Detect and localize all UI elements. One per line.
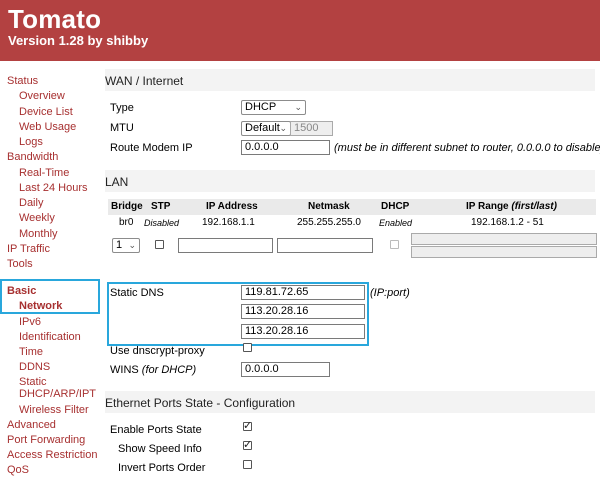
- wins-label: WINS (for DHCP): [110, 364, 197, 376]
- sidebar-item-network[interactable]: Network: [19, 300, 62, 313]
- sidebar-item-logs[interactable]: Logs: [19, 136, 43, 149]
- new-bridge-value: 1: [116, 239, 123, 251]
- enable-ports-checkbox[interactable]: [243, 419, 252, 432]
- col-dhcp: DHCP: [381, 201, 410, 212]
- ports-section-title: Ethernet Ports State - Configuration: [105, 396, 296, 410]
- new-range-first-input[interactable]: [411, 233, 597, 245]
- col-netmask: Netmask: [308, 201, 350, 212]
- lan-section-title: LAN: [105, 175, 129, 189]
- chevron-down-icon: ⌄: [294, 102, 302, 112]
- sidebar-item-real-time[interactable]: Real-Time: [19, 167, 69, 180]
- app-version: Version 1.28 by shibby: [8, 33, 149, 48]
- lan-section-header: LAN: [105, 170, 595, 192]
- main-content: WAN / Internet Type DHCP ⌄ MTU Default ⌄…: [100, 61, 600, 475]
- row-ip: 192.168.1.1: [202, 217, 255, 228]
- mtu-select-value: Default: [245, 122, 280, 134]
- row-ip-range: 192.168.1.2 - 51: [471, 217, 544, 228]
- dnscrypt-checkbox[interactable]: [243, 343, 252, 352]
- row-stp: Disabled: [144, 218, 180, 228]
- sidebar-item-time[interactable]: Time: [19, 346, 43, 359]
- new-range-last-input[interactable]: [411, 246, 597, 258]
- route-modem-ip-label: Route Modem IP: [110, 142, 193, 154]
- sidebar-item-ipv6[interactable]: IPv6: [19, 316, 41, 329]
- app-title: Tomato: [8, 4, 102, 34]
- type-select[interactable]: DHCP ⌄: [241, 100, 306, 115]
- show-speed-label: Show Speed Info: [118, 443, 202, 455]
- sidebar-item-last-24-hours[interactable]: Last 24 Hours: [19, 182, 87, 195]
- chevron-down-icon: ⌄: [128, 240, 136, 250]
- sidebar-item-weekly[interactable]: Weekly: [19, 212, 55, 225]
- sidebar-item-ip-traffic[interactable]: IP Traffic: [7, 243, 50, 256]
- sidebar-item-access-restriction[interactable]: Access Restriction: [7, 449, 97, 462]
- sidebar-item-dhcp-arp-ipt[interactable]: DHCP/ARP/IPT: [19, 388, 96, 401]
- static-dns-label: Static DNS: [110, 287, 164, 299]
- lan-table-header: Bridge STP IP Address Netmask DHCP IP Ra…: [108, 199, 596, 215]
- new-bridge-select[interactable]: 1 ⌄: [112, 238, 140, 253]
- col-stp: STP: [151, 201, 171, 212]
- wan-section-header: WAN / Internet: [105, 69, 595, 91]
- new-dhcp-checkbox[interactable]: [390, 240, 399, 249]
- sidebar-item-device-list[interactable]: Device List: [19, 106, 73, 119]
- sidebar-item-identification[interactable]: Identification: [19, 331, 81, 344]
- ports-section-header: Ethernet Ports State - Configuration: [105, 391, 595, 413]
- invert-ports-label: Invert Ports Order: [118, 462, 206, 474]
- sidebar-item-basic[interactable]: Basic: [7, 285, 36, 298]
- sidebar-item-bandwidth[interactable]: Bandwidth: [7, 151, 58, 164]
- app-header: Tomato Version 1.28 by shibby: [0, 0, 600, 61]
- enable-ports-label: Enable Ports State: [110, 424, 202, 436]
- mtu-label: MTU: [110, 122, 134, 134]
- sidebar-item-overview[interactable]: Overview: [19, 90, 65, 103]
- dns-server-1-input[interactable]: 119.81.72.65: [241, 285, 365, 300]
- sidebar: Status Overview Device List Web Usage Lo…: [0, 61, 100, 477]
- sidebar-item-wireless-filter[interactable]: Wireless Filter: [19, 404, 89, 417]
- sidebar-item-status[interactable]: Status: [7, 75, 38, 88]
- col-ip-range: IP Range (first/last): [466, 201, 557, 212]
- sidebar-item-tools[interactable]: Tools: [7, 258, 33, 271]
- row-netmask: 255.255.255.0: [297, 217, 361, 228]
- row-dhcp: Enabled: [379, 218, 413, 228]
- type-select-value: DHCP: [245, 101, 277, 113]
- route-modem-note: (must be in different subnet to router, …: [334, 142, 600, 154]
- sidebar-item-daily[interactable]: Daily: [19, 197, 43, 210]
- dns-note: (IP:port): [370, 287, 410, 299]
- row-bridge: br0: [119, 217, 134, 228]
- dnscrypt-label: Use dnscrypt-proxy: [110, 345, 205, 357]
- type-label: Type: [110, 102, 134, 114]
- col-ip-address: IP Address: [206, 201, 258, 212]
- sidebar-item-advanced[interactable]: Advanced: [7, 419, 56, 432]
- chevron-down-icon: ⌄: [279, 123, 287, 133]
- dns-server-2-input[interactable]: 113.20.28.16: [241, 304, 365, 319]
- dns-server-3-input[interactable]: 113.20.28.16: [241, 324, 365, 339]
- wan-section-title: WAN / Internet: [105, 74, 184, 88]
- col-bridge: Bridge: [111, 201, 143, 212]
- sidebar-item-port-forwarding[interactable]: Port Forwarding: [7, 434, 85, 447]
- invert-ports-checkbox[interactable]: [243, 460, 252, 469]
- sidebar-item-monthly[interactable]: Monthly: [19, 228, 58, 241]
- new-stp-checkbox[interactable]: [155, 240, 164, 249]
- mtu-select[interactable]: Default ⌄: [241, 121, 291, 136]
- wins-input[interactable]: 0.0.0.0: [241, 362, 330, 377]
- mtu-input[interactable]: 1500: [290, 121, 333, 136]
- new-ip-input[interactable]: [178, 238, 273, 253]
- sidebar-item-web-usage[interactable]: Web Usage: [19, 121, 76, 134]
- new-netmask-input[interactable]: [277, 238, 373, 253]
- route-modem-ip-input[interactable]: 0.0.0.0: [241, 140, 330, 155]
- show-speed-checkbox[interactable]: [243, 438, 252, 451]
- sidebar-item-qos[interactable]: QoS: [7, 464, 29, 477]
- sidebar-item-ddns[interactable]: DDNS: [19, 361, 50, 374]
